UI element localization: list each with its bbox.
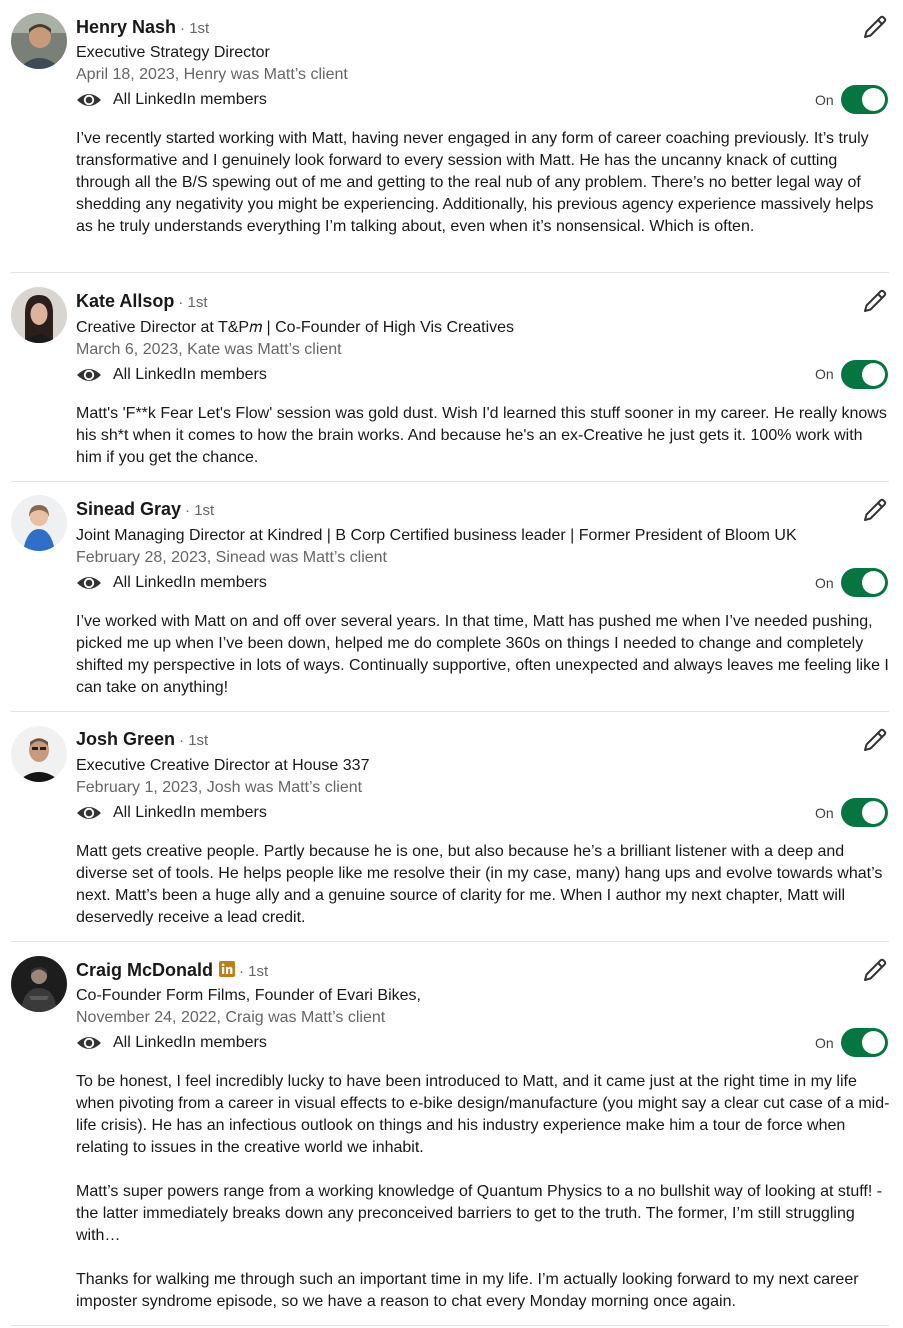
- eye-icon: [77, 577, 101, 589]
- recommendation-date: November 24, 2022, Craig was Matt’s clie…: [76, 1009, 386, 1026]
- name-line: Kate Allsop · 1st: [76, 291, 208, 313]
- recommender-headline: Executive Creative Director at House 337: [76, 757, 370, 774]
- connection-degree: · 1st: [185, 502, 215, 519]
- visibility-setting: All LinkedIn members: [76, 88, 267, 112]
- recommender-headline: Executive Strategy Director: [76, 44, 270, 61]
- recommendation-text: I’ve worked with Matt on and off over se…: [76, 611, 891, 699]
- visibility-label: All LinkedIn members: [113, 574, 267, 591]
- toggle-knob: [862, 801, 885, 824]
- name-line: Sinead Gray · 1st: [76, 499, 214, 521]
- toggle-knob: [862, 1031, 885, 1054]
- connection-degree: · 1st: [179, 732, 209, 749]
- visibility-setting: All LinkedIn members: [76, 801, 267, 825]
- eye-icon: [77, 369, 101, 381]
- toggle-knob: [862, 363, 885, 386]
- avatar[interactable]: [11, 13, 67, 69]
- recommendation-text: To be honest, I feel incredibly lucky to…: [76, 1071, 891, 1313]
- toggle-knob: [862, 88, 885, 111]
- visibility-setting: All LinkedIn members: [76, 571, 267, 595]
- pencil-icon: [864, 498, 887, 521]
- name-line: Craig McDonald · 1st: [76, 960, 268, 982]
- recommendation-text: Matt's 'F**k Fear Let's Flow' session wa…: [76, 403, 891, 469]
- recommender-headline: Co-Founder Form Films, Founder of Evari …: [76, 987, 421, 1004]
- recommendation-text: Matt gets creative people. Partly becaus…: [76, 841, 891, 929]
- visibility-toggle[interactable]: [841, 568, 888, 597]
- eye-icon: [77, 807, 101, 819]
- pencil-icon: [864, 958, 887, 981]
- pencil-icon: [864, 728, 887, 751]
- connection-degree: · 1st: [239, 963, 269, 980]
- visibility-setting: All LinkedIn members: [76, 1031, 267, 1055]
- visibility-toggle[interactable]: [841, 798, 888, 827]
- divider: [11, 711, 889, 712]
- visibility-label: All LinkedIn members: [113, 1034, 267, 1051]
- recommender-name[interactable]: Henry Nash: [76, 17, 176, 38]
- name-line: Henry Nash · 1st: [76, 17, 209, 39]
- name-line: Josh Green · 1st: [76, 729, 208, 751]
- recommendation-paragraph: I’ve worked with Matt on and off over se…: [76, 613, 889, 696]
- toggle-state-label: On: [815, 1035, 834, 1051]
- recommendation-paragraph: Matt's 'F**k Fear Let's Flow' session wa…: [76, 405, 887, 466]
- toggle-state-label: On: [815, 92, 834, 108]
- recommender-headline: Joint Managing Director at Kindred | B C…: [76, 527, 797, 544]
- eye-icon: [77, 94, 101, 106]
- visibility-toggle[interactable]: [841, 85, 888, 114]
- recommendation-paragraph: I’ve recently started working with Matt,…: [76, 130, 874, 235]
- visibility-setting: All LinkedIn members: [76, 363, 267, 387]
- divider: [11, 481, 889, 482]
- recommendation-text: I’ve recently started working with Matt,…: [76, 128, 891, 238]
- toggle-state-label: On: [815, 575, 834, 591]
- edit-button[interactable]: [861, 956, 889, 984]
- recommender-headline: Creative Director at T&P𝑚 | Co-Founder o…: [76, 319, 515, 336]
- visibility-label: All LinkedIn members: [113, 91, 267, 108]
- avatar[interactable]: [11, 956, 67, 1012]
- visibility-label: All LinkedIn members: [113, 804, 267, 821]
- eye-icon: [77, 1037, 101, 1049]
- visibility-label: All LinkedIn members: [113, 366, 267, 383]
- toggle-state-label: On: [815, 366, 834, 382]
- edit-button[interactable]: [861, 726, 889, 754]
- pencil-icon: [864, 15, 887, 38]
- recommendation-paragraph: Matt’s super powers range from a working…: [76, 1183, 883, 1244]
- recommendation-paragraph: Matt gets creative people. Partly becaus…: [76, 843, 883, 926]
- recommendation-paragraph: To be honest, I feel incredibly lucky to…: [76, 1073, 890, 1156]
- divider: [11, 272, 889, 273]
- visibility-toggle[interactable]: [841, 1028, 888, 1057]
- linkedin-premium-icon: [219, 961, 236, 977]
- avatar[interactable]: [11, 726, 67, 782]
- recommendation-date: March 6, 2023, Kate was Matt’s client: [76, 341, 342, 358]
- connection-degree: · 1st: [178, 294, 208, 311]
- recommendation-date: April 18, 2023, Henry was Matt’s client: [76, 66, 348, 83]
- pencil-icon: [864, 289, 887, 312]
- recommender-name[interactable]: Craig McDonald: [76, 960, 213, 981]
- recommendation-date: February 28, 2023, Sinead was Matt’s cli…: [76, 549, 387, 566]
- recommendation-paragraph: Thanks for walking me through such an im…: [76, 1271, 859, 1310]
- toggle-knob: [862, 571, 885, 594]
- recommender-name[interactable]: Josh Green: [76, 729, 175, 750]
- recommendation-date: February 1, 2023, Josh was Matt’s client: [76, 779, 363, 796]
- edit-button[interactable]: [861, 287, 889, 315]
- recommender-name[interactable]: Sinead Gray: [76, 499, 181, 520]
- edit-button[interactable]: [861, 13, 889, 41]
- avatar[interactable]: [11, 287, 67, 343]
- divider: [11, 1325, 889, 1326]
- avatar[interactable]: [11, 495, 67, 551]
- visibility-toggle[interactable]: [841, 360, 888, 389]
- toggle-state-label: On: [815, 805, 834, 821]
- edit-button[interactable]: [861, 496, 889, 524]
- divider: [11, 941, 889, 942]
- connection-degree: · 1st: [180, 20, 210, 37]
- recommender-name[interactable]: Kate Allsop: [76, 291, 174, 312]
